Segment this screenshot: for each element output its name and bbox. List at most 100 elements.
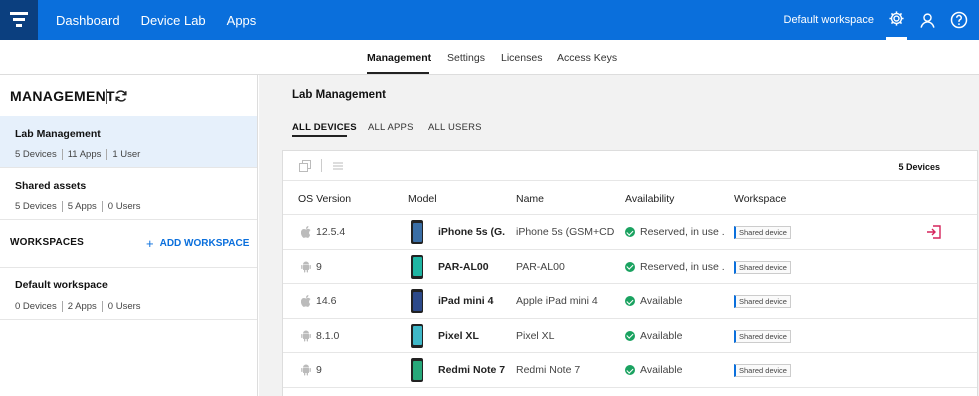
device-name: Apple iPad mini 4: [516, 295, 598, 307]
add-workspace-label: ADD WORKSPACE: [159, 238, 250, 249]
android-icon: [301, 261, 311, 272]
device-name: PAR-AL00: [516, 260, 565, 273]
availability-status: Available: [640, 295, 683, 307]
tab-licenses[interactable]: Licenses: [501, 52, 542, 64]
top-navigation-bar: Dashboard Device Lab Apps Default worksp…: [0, 0, 979, 40]
user-count: 0 Users: [101, 301, 146, 312]
sidebar-item-meta: 5 Devices 11 Apps 1 User: [15, 149, 145, 160]
app-count: 11 Apps: [61, 149, 107, 160]
device-thumbnail: [411, 358, 423, 382]
tab-management[interactable]: Management: [367, 52, 431, 64]
column-os-version[interactable]: OS Version: [298, 193, 351, 205]
refresh-icon[interactable]: [114, 88, 128, 104]
list-icon[interactable]: [332, 160, 344, 172]
table-toolbar: 5 Devices: [283, 151, 977, 181]
device-thumbnail: [411, 323, 423, 348]
tab-settings[interactable]: Settings: [447, 52, 485, 64]
workspace-badge: Shared device: [734, 226, 791, 239]
check-circle-icon: [625, 227, 635, 237]
device-name: iPhone 5s (GSM+CD...: [516, 226, 614, 238]
table-row[interactable]: 9 PAR-AL00 PAR-AL00 Reserved, in use ... Sha…: [283, 250, 977, 284]
user-icon: [920, 12, 935, 28]
sidebar-item-lab-management[interactable]: Lab Management 5 Devices 11 Apps 1 User: [0, 116, 257, 168]
table-row[interactable]: 12.5.4 iPhone 5s (G... iPhone 5s (GSM+CD..…: [283, 215, 977, 250]
devices-table: 5 Devices OS Version Model Name Availabi…: [282, 150, 978, 396]
os-version: 9: [316, 260, 322, 273]
device-count: 5 Devices: [15, 201, 57, 212]
sidebar-item-meta: 0 Devices 2 Apps 0 Users: [15, 301, 146, 312]
tab-all-apps[interactable]: ALL APPS: [368, 122, 414, 133]
sidebar-item-label: Default workspace: [15, 279, 108, 291]
settings-icon: [889, 11, 904, 26]
availability-status: Reserved, in use ...: [640, 260, 725, 273]
apple-icon: [301, 295, 311, 307]
active-tab-indicator: [367, 72, 429, 74]
table-row[interactable]: 9 Redmi Note 7 Redmi Note 7 Available Shared…: [283, 353, 977, 388]
device-count: 0 Devices: [15, 301, 57, 312]
sidebar-title: MANAGEMENT: [10, 88, 115, 104]
android-icon: [301, 330, 311, 341]
workspaces-title: WORKSPACES: [10, 237, 85, 248]
active-tab-indicator: [292, 135, 347, 137]
plus-icon: +: [146, 236, 154, 251]
workspaces-header: WORKSPACES + ADD WORKSPACE: [0, 220, 257, 268]
app-logo[interactable]: [0, 0, 38, 40]
device-count-label: 5 Devices: [898, 162, 940, 172]
title-divider: [106, 89, 107, 104]
sidebar-item-meta: 5 Devices 5 Apps 0 Users: [15, 201, 146, 212]
device-thumbnail: [411, 289, 423, 313]
column-model[interactable]: Model: [408, 193, 437, 205]
main-content: Lab Management ALL DEVICES ALL APPS ALL …: [259, 75, 979, 396]
nav-apps[interactable]: Apps: [227, 13, 257, 28]
help-icon: [950, 11, 967, 29]
sidebar-item-default-workspace[interactable]: Default workspace 0 Devices 2 Apps 0 Use…: [0, 268, 257, 320]
check-circle-icon: [625, 330, 635, 341]
workspace-badge: Shared device: [734, 364, 791, 377]
device-thumbnail: [411, 220, 423, 244]
column-workspace[interactable]: Workspace: [734, 193, 786, 205]
logo-icon: [10, 12, 28, 27]
user-count: 0 Users: [101, 201, 146, 212]
management-sidebar: MANAGEMENT Lab Management 5 Devices 11 A…: [0, 75, 258, 396]
workspace-badge: Shared device: [734, 260, 791, 274]
column-availability[interactable]: Availability: [625, 193, 674, 205]
device-thumbnail: [411, 254, 423, 279]
copy-icon[interactable]: [299, 160, 311, 172]
check-circle-icon: [625, 261, 635, 272]
os-version: 12.5.4: [316, 226, 346, 238]
tab-all-users[interactable]: ALL USERS: [428, 122, 482, 133]
app-count: 5 Apps: [61, 201, 102, 212]
tab-all-devices[interactable]: ALL DEVICES: [292, 122, 357, 133]
device-count: 5 Devices: [15, 149, 57, 160]
sidebar-item-shared-assets[interactable]: Shared assets 5 Devices 5 Apps 0 Users: [0, 168, 257, 220]
settings-button[interactable]: [886, 0, 907, 40]
android-icon: [301, 364, 311, 376]
nav-device-lab[interactable]: Device Lab: [141, 13, 206, 28]
release-device-icon[interactable]: [926, 224, 942, 240]
device-model: Redmi Note 7: [438, 364, 505, 376]
device-model: iPad mini 4: [438, 295, 494, 307]
nav-dashboard[interactable]: Dashboard: [56, 13, 120, 28]
check-circle-icon: [625, 296, 635, 306]
tab-access-keys[interactable]: Access Keys: [557, 52, 617, 64]
availability-status: Available: [640, 364, 683, 376]
page-title: Lab Management: [292, 89, 386, 101]
column-name[interactable]: Name: [516, 193, 544, 205]
workspace-selector[interactable]: Default workspace: [784, 14, 875, 26]
device-name: Redmi Note 7: [516, 364, 581, 376]
toolbar-divider: [321, 159, 322, 172]
table-header: OS Version Model Name Availability Works…: [283, 181, 977, 215]
table-row[interactable]: 8.1.0 Pixel XL Pixel XL Available Shared dev…: [283, 319, 977, 353]
os-version: 8.1.0: [316, 329, 340, 342]
add-workspace-button[interactable]: + ADD WORKSPACE: [146, 236, 249, 251]
table-row[interactable]: 14.6 iPad mini 4 Apple iPad mini 4 Availabl…: [283, 284, 977, 319]
help-button[interactable]: [948, 0, 969, 40]
os-version: 14.6: [316, 295, 337, 307]
sidebar-item-label: Shared assets: [15, 180, 87, 192]
workspace-badge: Shared device: [734, 329, 791, 343]
app-count: 2 Apps: [61, 301, 102, 312]
check-circle-icon: [625, 365, 635, 375]
profile-button[interactable]: [917, 0, 938, 40]
main-nav: Dashboard Device Lab Apps: [56, 0, 256, 40]
user-count: 1 User: [106, 149, 145, 160]
